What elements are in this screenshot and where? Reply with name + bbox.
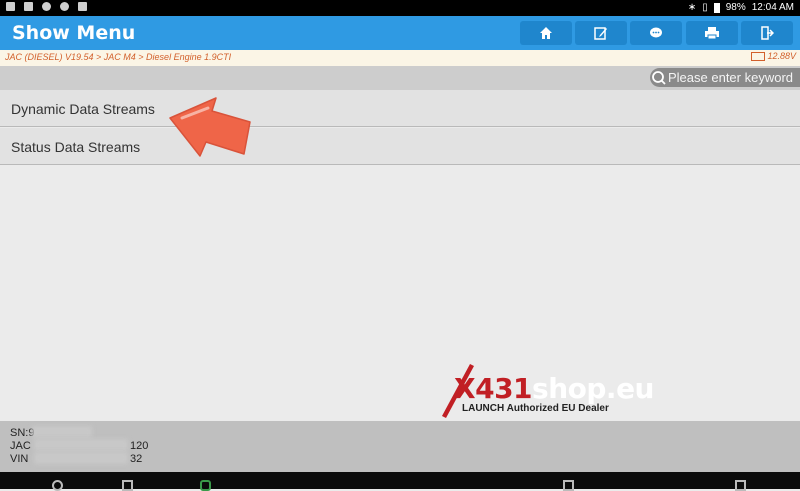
battery-level: 98% [725,2,746,13]
settings-icon [60,2,69,11]
menu-item-label: Status Data Streams [11,139,141,155]
chat-icon [650,27,662,38]
vehicle-info-footer: SN:9 JAC 120 VIN 32 [0,421,800,472]
redacted-vin [34,452,128,464]
search-row [0,66,800,90]
search-icon [652,70,666,85]
recent-apps-icon[interactable] [563,480,574,491]
watermark-brand: X431shop.eu [454,372,654,405]
android-nav-bar [0,472,800,491]
video-icon [6,2,15,11]
edit-button[interactable] [575,21,627,45]
breadcrumb: JAC (DIESEL) V19.54 > JAC M4 > Diesel En… [5,52,232,62]
bluetooth-icon: ∗ [687,2,697,13]
car-battery-icon [751,51,766,61]
search-box[interactable] [650,68,800,87]
redacted-serial [32,426,92,438]
search-input[interactable] [668,70,800,85]
menu-item-status-data-streams[interactable]: Status Data Streams [0,128,800,165]
vin-label: VIN [10,453,29,465]
refresh-icon[interactable] [52,480,63,491]
battery-icon [713,2,720,13]
vibrate-icon: ▯ [702,2,708,13]
notification-icons [6,2,87,11]
voltage-value: 12.88V [767,51,796,61]
menu-item-dynamic-data-streams[interactable]: Dynamic Data Streams [0,90,800,127]
clock: 12:04 AM [751,2,794,13]
print-icon [705,27,719,40]
pointer-arrow-icon [169,97,251,157]
gallery-icon[interactable] [122,480,133,491]
exit-icon [761,26,774,40]
screenshot-icon[interactable] [735,480,746,491]
image-icon [78,2,87,11]
home-icon [540,27,552,39]
voicemail-icon [24,2,33,11]
vehicle-model-tail: 120 [130,440,149,452]
chat-button[interactable] [630,21,682,45]
watermark-tagline: LAUNCH Authorized EU Dealer [462,403,609,414]
serial-number: SN:9 [10,427,35,439]
page-title: Show Menu [12,22,136,44]
edit-icon [594,27,607,40]
menu-item-label: Dynamic Data Streams [11,101,155,117]
app-header: Show Menu [0,16,800,50]
diagnostic-app-icon[interactable] [200,480,211,491]
wifi-icon [42,2,51,11]
redacted-model [34,439,128,451]
watermark-logo: X431shop.eu LAUNCH Authorized EU Dealer [440,360,654,420]
breadcrumb-bar: JAC (DIESEL) V19.54 > JAC M4 > Diesel En… [0,50,800,66]
print-button[interactable] [686,21,738,45]
home-button[interactable] [520,21,572,45]
vin-tail: 32 [130,453,143,465]
battery-voltage: 12.88V [751,51,796,61]
status-bar: ∗ ▯ 98% 12:04 AM [0,0,800,16]
exit-button[interactable] [741,21,793,45]
vehicle-model-label: JAC [10,440,31,452]
